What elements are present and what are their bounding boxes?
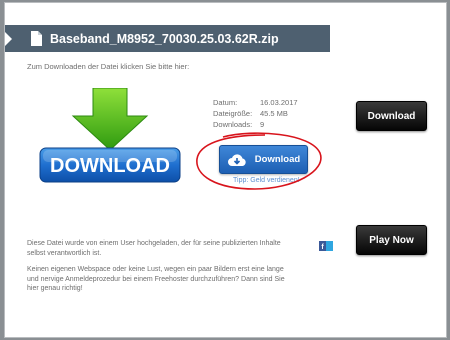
meta-key: Downloads: [213, 120, 253, 129]
social-share-icon[interactable]: f [319, 241, 333, 251]
cloud-download-icon [227, 153, 246, 166]
info-text: Diese Datei wurde von einem User hochgel… [27, 239, 287, 294]
big-download-label: DOWNLOAD [50, 155, 170, 177]
tip-link[interactable]: Tipp: Geld verdienen! [233, 177, 300, 184]
big-download-graphic[interactable]: DOWNLOAD [38, 88, 183, 184]
page-frame: Baseband_M8952_70030.25.03.62R.zip Zum D… [4, 2, 447, 338]
meta-row-date: Datum: 16.03.2017 [213, 97, 298, 108]
meta-value: 45.5 MB [260, 109, 288, 118]
header-arrow-icon [5, 31, 12, 46]
download-button-label: Download [254, 154, 301, 165]
meta-key: Datum: [213, 98, 238, 107]
meta-value: 16.03.2017 [260, 98, 298, 107]
file-icon [31, 31, 42, 46]
meta-key: Dateigröße: [213, 109, 253, 118]
side-download-button[interactable]: Download [356, 101, 427, 131]
file-meta: Datum: 16.03.2017 Dateigröße: 45.5 MB Do… [213, 97, 298, 130]
meta-row-downloads: Downloads: 9 [213, 119, 298, 130]
file-name: Baseband_M8952_70030.25.03.62R.zip [50, 31, 279, 46]
green-down-arrow-icon [71, 88, 149, 151]
play-now-button[interactable]: Play Now [356, 225, 427, 255]
meta-row-size: Dateigröße: 45.5 MB [213, 108, 298, 119]
meta-value: 9 [260, 120, 265, 129]
download-instruction: Zum Downloaden der Datei klicken Sie bit… [27, 62, 190, 71]
download-button[interactable]: Download [219, 145, 308, 174]
file-header: Baseband_M8952_70030.25.03.62R.zip [5, 25, 330, 52]
info-paragraph-2: Keinen eigenen Webspace oder keine Lust,… [27, 266, 285, 292]
info-paragraph-1: Diese Datei wurde von einem User hochgel… [27, 240, 281, 257]
